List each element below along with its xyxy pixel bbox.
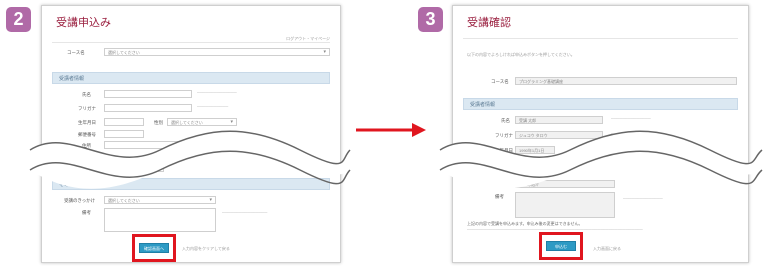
wave-right [439, 130, 763, 189]
page-break-wave [29, 130, 763, 189]
wave-left [29, 130, 351, 189]
